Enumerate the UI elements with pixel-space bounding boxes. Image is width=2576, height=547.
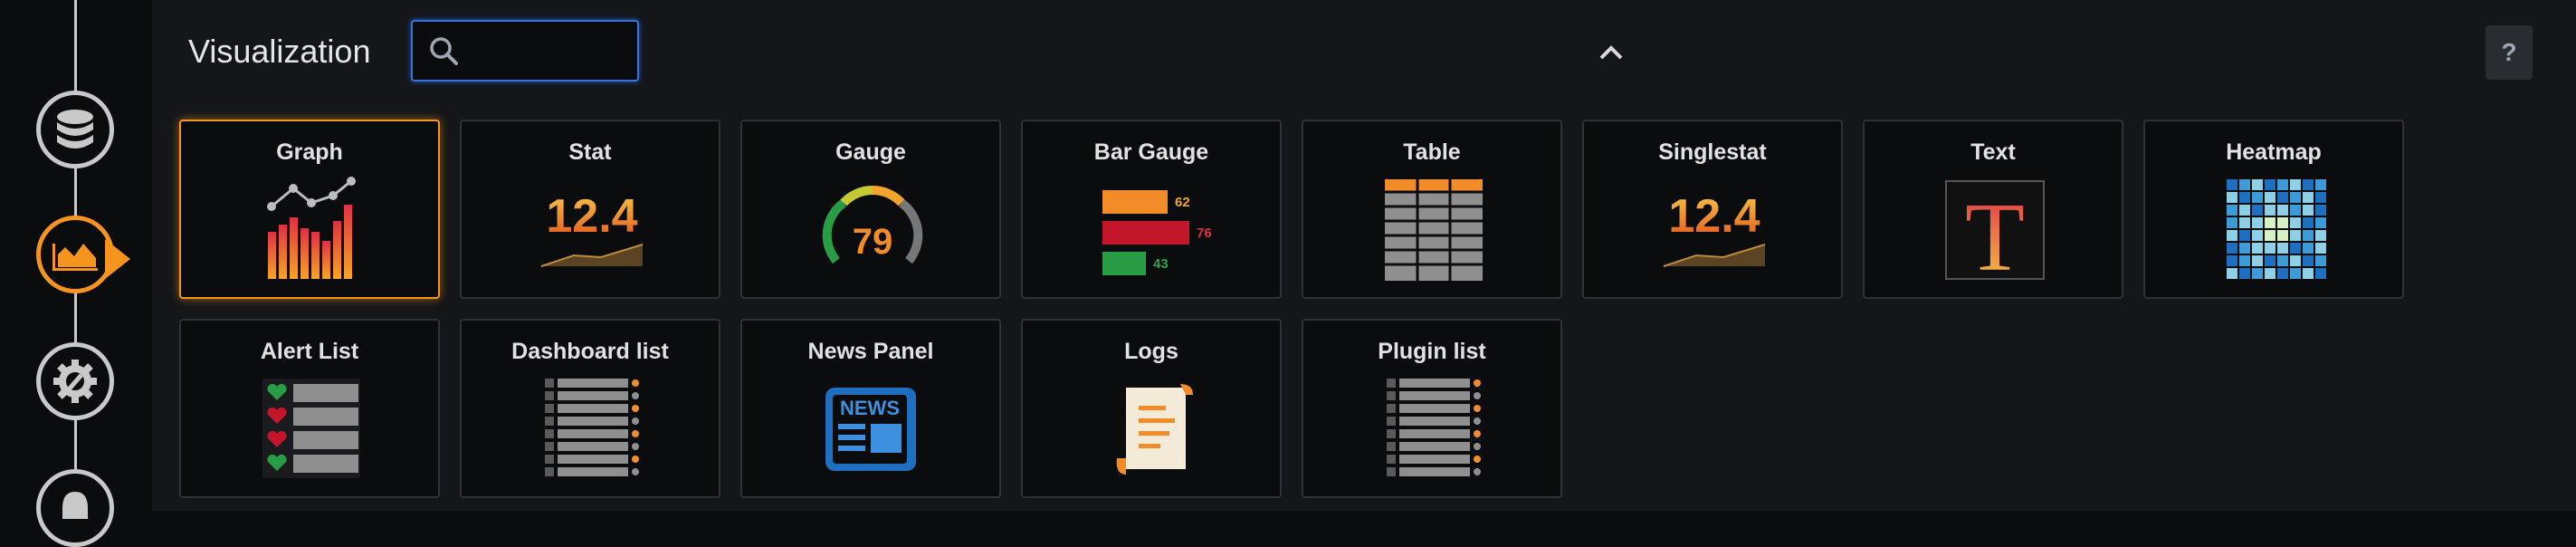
news-badge: NEWS	[840, 397, 900, 419]
tile-label: Logs	[1124, 339, 1178, 364]
tile-heatmap[interactable]: Heatmap	[2143, 120, 2404, 299]
wizard-rail	[0, 0, 152, 547]
gauge-icon: 79	[822, 186, 923, 264]
tile-table[interactable]: Table	[1302, 120, 1562, 299]
tile-news-panel[interactable]: News Panel NEWS	[740, 319, 1001, 498]
tile-label: Bar Gauge	[1093, 139, 1209, 165]
bar-gauge-icon: 62 76 43	[1102, 190, 1212, 275]
rail-step-general[interactable]	[36, 342, 114, 420]
tile-dashboard-list[interactable]: Dashboard list	[460, 319, 720, 498]
gauge-value: 79	[853, 222, 893, 262]
singlestat-icon: 12.4	[1663, 190, 1766, 267]
plugin-list-icon	[1387, 379, 1481, 476]
search-icon	[430, 37, 458, 65]
tile-label: Dashboard list	[511, 339, 669, 364]
text-icon: T	[1945, 180, 2045, 284]
bar-value-1: 62	[1175, 195, 1190, 210]
rail-active-pointer	[105, 239, 130, 279]
stat-icon: 12.4	[540, 190, 644, 267]
tile-singlestat[interactable]: Singlestat 12.4	[1582, 120, 1843, 299]
tile-label: Text	[1970, 139, 2016, 165]
tile-alert-list[interactable]: Alert List	[179, 319, 440, 498]
tile-label: News Panel	[807, 339, 934, 364]
tile-label: Plugin list	[1378, 339, 1486, 364]
tile-label: Stat	[568, 139, 612, 165]
tile-label: Singlestat	[1658, 139, 1767, 165]
bar-value-3: 43	[1153, 256, 1169, 272]
graph-icon	[267, 177, 356, 279]
rail-step-alert[interactable]	[36, 469, 114, 547]
text-glyph: T	[1965, 184, 2025, 284]
tile-text[interactable]: Text T	[1863, 120, 2123, 299]
rail-step-queries[interactable]	[36, 91, 114, 168]
tile-graph[interactable]: Graph	[179, 120, 440, 299]
table-icon	[1385, 179, 1483, 281]
search-input[interactable]	[469, 35, 635, 66]
logs-icon	[1116, 384, 1193, 475]
database-icon	[57, 110, 93, 149]
tile-label: Gauge	[835, 139, 906, 165]
search-field[interactable]	[411, 20, 639, 82]
bar-value-2: 76	[1197, 226, 1212, 241]
news-icon: NEWS	[825, 388, 916, 471]
alert-list-icon	[262, 379, 360, 478]
rail-step-visualization[interactable]	[36, 216, 114, 293]
tile-label: Table	[1403, 139, 1461, 165]
heatmap-icon	[2227, 179, 2326, 279]
dashboard-list-icon	[545, 379, 639, 476]
stat-value: 12.4	[546, 190, 637, 243]
bell-icon	[62, 492, 88, 519]
collapse-button[interactable]	[1593, 36, 1629, 69]
singlestat-value: 12.4	[1668, 190, 1760, 243]
tile-bar-gauge[interactable]: Bar Gauge 62 76 43	[1021, 120, 1282, 299]
page-title: Visualization	[188, 33, 371, 70]
help-button[interactable]: ?	[2485, 25, 2533, 80]
tile-label: Graph	[276, 139, 343, 165]
tile-logs[interactable]: Logs	[1021, 319, 1282, 498]
tile-plugin-list[interactable]: Plugin list	[1302, 319, 1562, 498]
tile-stat[interactable]: Stat 12.4	[460, 120, 720, 299]
chevron-up-icon	[1599, 45, 1623, 60]
visualization-picker: Visualization ? Graph Stat 12.4 Gauge 79…	[152, 0, 2576, 511]
gear-icon	[53, 360, 97, 403]
tile-label: Alert List	[260, 339, 359, 364]
area-chart-icon	[52, 244, 98, 271]
tile-gauge[interactable]: Gauge 79	[740, 120, 1001, 299]
tile-label: Heatmap	[2226, 139, 2322, 165]
